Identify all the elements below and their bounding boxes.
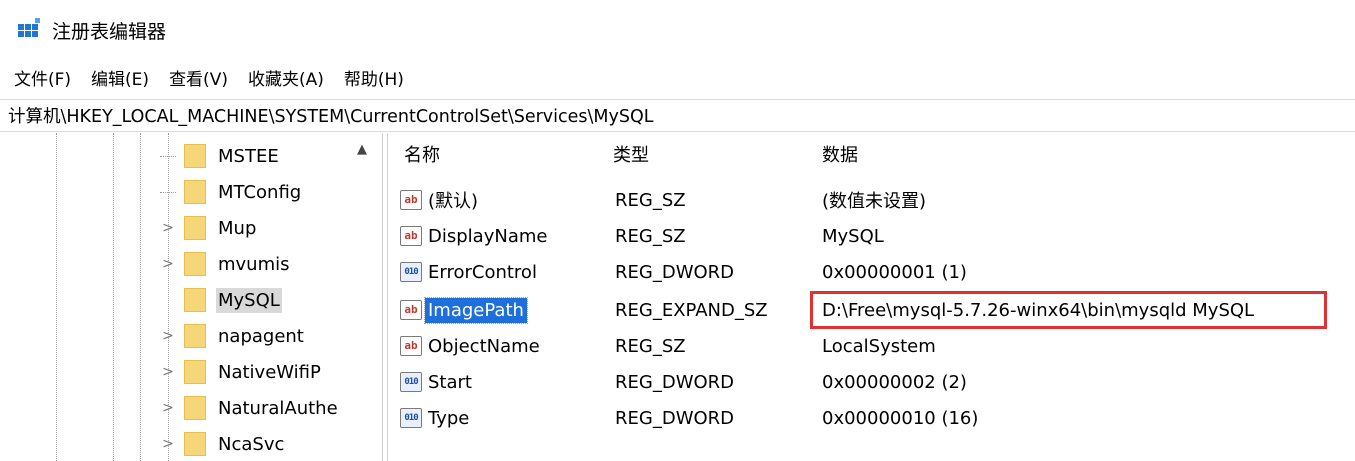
value-type: REG_EXPAND_SZ — [615, 299, 768, 321]
folder-icon — [184, 324, 206, 348]
folder-icon — [184, 288, 206, 312]
value-type: REG_DWORD — [615, 407, 735, 429]
dword-value-icon: 010 — [400, 372, 422, 392]
string-value-icon: ab — [400, 190, 422, 210]
value-row[interactable]: ab (默认) REG_SZ (数值未设置) — [390, 182, 1355, 218]
tree-item-mstee[interactable]: MSTEE — [160, 138, 281, 174]
title-bar: 注册表编辑器 — [0, 0, 1355, 60]
tree-item-mup[interactable]: > Mup — [160, 210, 258, 246]
value-row[interactable]: 010 Type REG_DWORD 0x00000010 (16) — [390, 400, 1355, 436]
value-data: 0x00000002 (2) — [822, 371, 967, 393]
scroll-up-arrow-icon[interactable]: ▲ — [357, 142, 367, 157]
expand-chevron-icon[interactable]: > — [160, 436, 176, 452]
expand-chevron-icon[interactable]: > — [160, 400, 176, 416]
tree-item-ncasvc[interactable]: > NcaSvc — [160, 426, 286, 461]
column-header-name[interactable]: 名称 — [404, 141, 440, 167]
value-data: (数值未设置) — [822, 191, 927, 212]
folder-icon — [184, 360, 206, 384]
registry-editor-icon — [18, 18, 42, 42]
folder-icon — [184, 144, 206, 168]
string-value-icon: ab — [400, 300, 422, 320]
folder-icon — [184, 180, 206, 204]
folder-icon — [184, 216, 206, 240]
value-type: REG_SZ — [615, 335, 686, 357]
value-type: REG_DWORD — [615, 371, 735, 393]
expand-chevron-icon[interactable]: > — [160, 364, 176, 380]
value-name: (默认) — [428, 191, 479, 212]
menu-view[interactable]: 查看(V) — [169, 65, 228, 90]
pane-splitter[interactable] — [382, 133, 388, 461]
folder-icon — [184, 396, 206, 420]
column-header-type[interactable]: 类型 — [613, 141, 649, 167]
string-value-icon: ab — [400, 336, 422, 356]
value-row[interactable]: ab ObjectName REG_SZ LocalSystem — [390, 328, 1355, 364]
key-tree: MSTEE MTConfig > Mup > mvumis MySQL > na… — [0, 133, 387, 461]
highlight-box — [810, 291, 1327, 329]
expand-chevron-icon[interactable]: > — [160, 220, 176, 236]
value-name: DisplayName — [428, 225, 548, 247]
value-data: 0x00000010 (16) — [822, 407, 979, 429]
tree-item-naturalauthe[interactable]: > NaturalAuthe — [160, 390, 340, 426]
value-row[interactable]: 010 ErrorControl REG_DWORD 0x00000001 (1) — [390, 254, 1355, 290]
window-title: 注册表编辑器 — [52, 20, 167, 43]
value-name: ImagePath — [424, 296, 528, 324]
value-data: 0x00000001 (1) — [822, 261, 967, 283]
menu-file[interactable]: 文件(F) — [14, 65, 71, 90]
tree-item-mysql[interactable]: MySQL — [160, 282, 282, 318]
tree-item-napagent[interactable]: > napagent — [160, 318, 306, 354]
value-name: ObjectName — [428, 335, 540, 357]
value-data: MySQL — [822, 225, 884, 247]
tree-item-nativewifip[interactable]: > NativeWifiP — [160, 354, 323, 390]
folder-icon — [184, 432, 206, 456]
value-type: REG_SZ — [615, 225, 686, 247]
tree-scrollbar[interactable]: ▲ — [349, 133, 383, 461]
tree-item-mtconfig[interactable]: MTConfig — [160, 174, 303, 210]
menu-favorites[interactable]: 收藏夹(A) — [248, 65, 324, 90]
value-type: REG_DWORD — [615, 261, 735, 283]
expand-chevron-icon[interactable]: > — [160, 256, 176, 272]
address-bar[interactable]: 计算机\HKEY_LOCAL_MACHINE\SYSTEM\CurrentCon… — [0, 99, 1355, 132]
value-name: ErrorControl — [428, 261, 537, 283]
value-row[interactable]: 010 Start REG_DWORD 0x00000002 (2) — [390, 364, 1355, 400]
value-name: Start — [428, 371, 472, 393]
value-row[interactable]: ab DisplayName REG_SZ MySQL — [390, 218, 1355, 254]
menu-help[interactable]: 帮助(H) — [344, 65, 404, 90]
value-type: REG_SZ — [615, 189, 686, 211]
dword-value-icon: 010 — [400, 408, 422, 428]
folder-icon — [184, 252, 206, 276]
tree-item-mvumis[interactable]: > mvumis — [160, 246, 292, 282]
dword-value-icon: 010 — [400, 262, 422, 282]
expand-chevron-icon[interactable]: > — [160, 328, 176, 344]
string-value-icon: ab — [400, 226, 422, 246]
menu-edit[interactable]: 编辑(E) — [91, 65, 149, 90]
column-header-data[interactable]: 数据 — [822, 141, 858, 167]
value-name: Type — [428, 407, 470, 429]
menu-bar: 文件(F) 编辑(E) 查看(V) 收藏夹(A) 帮助(H) — [0, 62, 424, 92]
value-data: LocalSystem — [822, 335, 936, 357]
